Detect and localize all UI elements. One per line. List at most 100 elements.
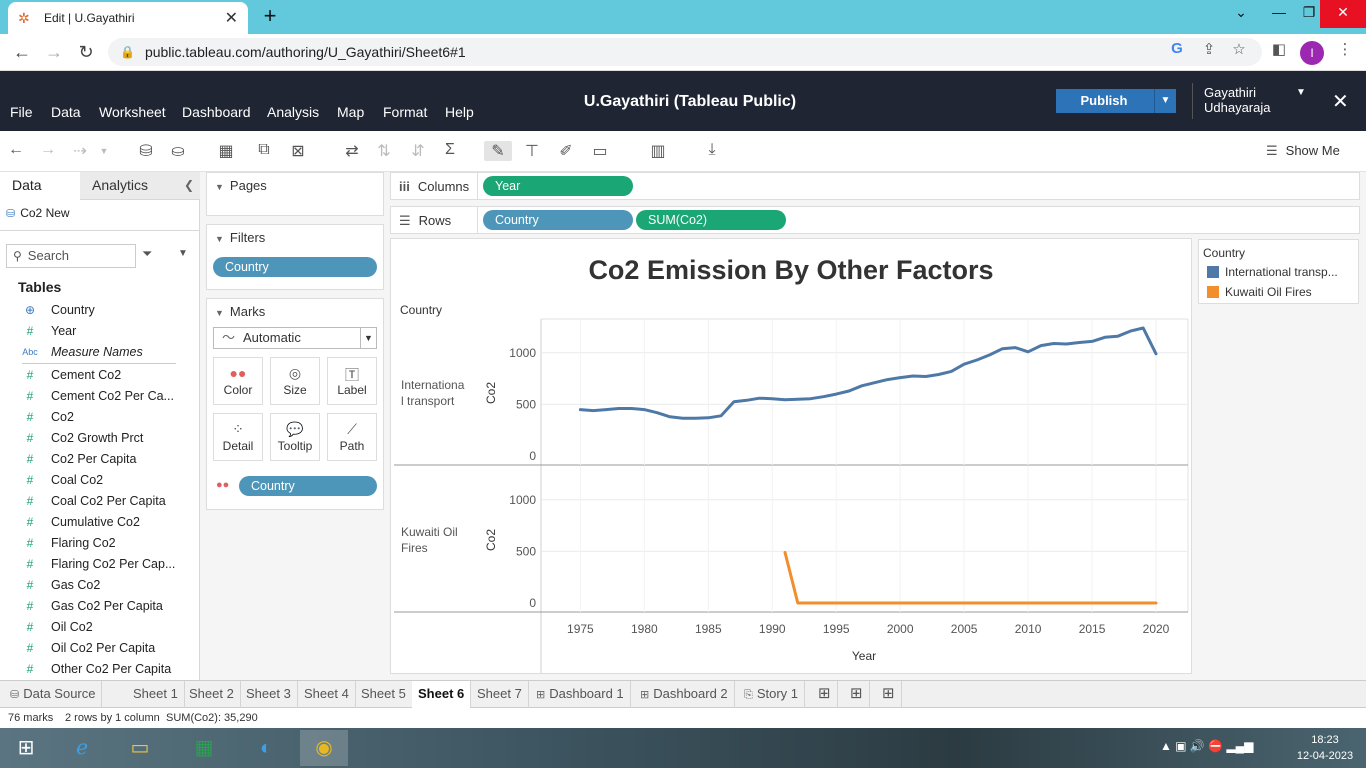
tab-sheet-2[interactable]: Sheet 2	[183, 681, 241, 708]
rows-pill-country[interactable]: Country	[483, 210, 633, 230]
totals-icon[interactable]: Σ	[436, 141, 464, 159]
field-measure[interactable]: # Other Co2 Per Capita	[0, 659, 200, 680]
publish-dropdown-icon[interactable]: ▼	[1154, 89, 1176, 113]
field-measure[interactable]: # Cumulative Co2	[0, 512, 200, 533]
chevron-down-icon[interactable]: ▼	[360, 328, 376, 348]
rows-pill-sum-co2[interactable]: SUM(Co2)	[636, 210, 786, 230]
color-pill-country[interactable]: Country	[239, 476, 377, 496]
sort-ascending-icon[interactable]: ⇅	[370, 141, 398, 161]
collapse-icon[interactable]: ▼	[215, 182, 224, 192]
new-datasource-icon[interactable]: ⛁	[132, 141, 160, 161]
color-button[interactable]: ●● Color	[213, 357, 263, 405]
field-measure[interactable]: # Gas Co2 Per Capita	[0, 596, 200, 617]
forward-icon[interactable]: →	[42, 40, 66, 64]
filters-card[interactable]: ▼ Filters Country	[206, 224, 384, 290]
close-tab-icon[interactable]: ✕	[225, 8, 238, 28]
file-explorer-icon[interactable]: ▭	[116, 730, 164, 766]
tab-sheet-3[interactable]: Sheet 3	[240, 681, 298, 708]
undo-icon[interactable]: ←	[2, 141, 30, 159]
new-tab-button[interactable]: +	[258, 4, 282, 28]
bookmark-star-icon[interactable]: ☆	[1228, 40, 1250, 58]
field-measure[interactable]: # Cement Co2 Per Ca...	[0, 386, 200, 407]
swap-rows-columns-icon[interactable]: ⇄	[338, 141, 366, 161]
tab-data-source[interactable]: ⛁ Data Source	[4, 681, 103, 708]
tab-sheet-6[interactable]: Sheet 6	[412, 681, 472, 708]
window-close-button[interactable]: ✕	[1320, 0, 1366, 28]
edge-icon[interactable]: ◐	[242, 730, 290, 766]
internet-explorer-icon[interactable]: ℯ	[58, 730, 106, 766]
columns-pill-year[interactable]: Year	[483, 176, 633, 196]
field-measure[interactable]: # Co2 Growth Prct	[0, 428, 200, 449]
system-tray[interactable]: ▲ ▣ 🔊 ⛔ ▂▄▆	[1160, 739, 1253, 753]
pages-card[interactable]: ▼ Pages	[206, 172, 384, 216]
highlight-icon[interactable]: ✎	[484, 141, 512, 161]
field-measure[interactable]: # Cement Co2	[0, 365, 200, 386]
line-chart[interactable]: Country Internationa l transport Co2 0 500 10…	[391, 239, 1191, 673]
field-measure[interactable]: # Co2 Per Capita	[0, 449, 200, 470]
color-legend[interactable]: Country International transp... Kuwaiti …	[1198, 239, 1359, 304]
new-worksheet-icon[interactable]: ▦	[212, 141, 240, 161]
filter-pill-country[interactable]: Country	[213, 257, 377, 277]
collapse-icon[interactable]: ▼	[215, 234, 224, 244]
tab-story-1[interactable]: ⎘ Story 1	[738, 681, 805, 708]
field-measure[interactable]: # Flaring Co2 Per Cap...	[0, 554, 200, 575]
side-panel-icon[interactable]: ◧	[1268, 40, 1290, 58]
new-story-tab-icon[interactable]: ⊞	[876, 681, 902, 708]
columns-shelf[interactable]: iii Columns Year	[390, 172, 1360, 200]
label-button[interactable]: 🅃 Label	[327, 357, 377, 405]
field-measure[interactable]: # Coal Co2 Per Capita	[0, 491, 200, 512]
fit-view-icon[interactable]: ▭	[586, 141, 614, 161]
back-icon[interactable]: ←	[10, 40, 34, 64]
field-year[interactable]: # Year	[0, 321, 200, 342]
presentation-icon[interactable]: ▥	[644, 141, 672, 161]
collapse-pane-icon[interactable]: ❮	[184, 172, 194, 198]
size-button[interactable]: ◎ Size	[270, 357, 320, 405]
user-caret-icon[interactable]: ▼	[1296, 87, 1306, 98]
tab-data[interactable]: Data	[0, 172, 80, 200]
field-measure[interactable]: # Coal Co2	[0, 470, 200, 491]
clear-sheet-icon[interactable]: ⊠	[284, 141, 312, 161]
worksheet-view[interactable]: Co2 Emission By Other Factors Country In…	[390, 238, 1192, 674]
new-worksheet-tab-icon[interactable]: ⊞	[812, 681, 838, 708]
legend-item-international-transport[interactable]: International transp...	[1207, 265, 1357, 279]
detail-button[interactable]: ⁘ Detail	[213, 413, 263, 461]
legend-item-kuwaiti-oil-fires[interactable]: Kuwaiti Oil Fires	[1207, 285, 1357, 299]
mark-type-select[interactable]: 〜 Automatic ▼	[213, 327, 377, 349]
field-measure[interactable]: # Flaring Co2	[0, 533, 200, 554]
filter-fields-icon[interactable]: ⏷	[142, 246, 152, 262]
browser-tab[interactable]: ✲ Edit | U.Gayathiri ✕	[8, 2, 248, 34]
data-pane-menu-icon[interactable]: ▼	[178, 248, 188, 259]
share-icon[interactable]: ⇪	[1198, 40, 1220, 58]
profile-avatar[interactable]: I	[1300, 41, 1324, 65]
sort-descending-icon[interactable]: ⇵	[404, 141, 432, 161]
tab-dashboard-1[interactable]: ⊞ Dashboard 1	[530, 681, 631, 708]
tab-sheet-1[interactable]: Sheet 1	[127, 681, 185, 708]
field-country[interactable]: ⊕ Country	[0, 300, 200, 321]
duplicate-sheet-icon[interactable]: ⧉	[250, 141, 278, 159]
field-measure[interactable]: # Oil Co2 Per Capita	[0, 638, 200, 659]
google-icon[interactable]: G	[1166, 40, 1188, 57]
windows-start-icon[interactable]: ⊞	[2, 730, 50, 766]
show-me-button[interactable]: ☰ Show Me	[1266, 143, 1340, 159]
close-editor-icon[interactable]: ✕	[1332, 89, 1349, 114]
marks-card[interactable]: ▼ Marks 〜 Automatic ▼ ●● Color ◎ Size 🅃 Label…	[206, 298, 384, 510]
tab-sheet-7[interactable]: Sheet 7	[471, 681, 529, 708]
tooltip-button[interactable]: 💬 Tooltip	[270, 413, 320, 461]
browser-menu-icon[interactable]: ⋮	[1334, 40, 1356, 58]
excel-icon[interactable]: ▦	[180, 730, 228, 766]
datasource-item[interactable]: ⛁ Co2 New	[6, 206, 70, 220]
show-mark-labels-icon[interactable]: ⊤	[518, 141, 546, 161]
tab-dashboard-2[interactable]: ⊞ Dashboard 2	[634, 681, 735, 708]
reload-icon[interactable]: ↻	[74, 40, 98, 64]
system-clock[interactable]: 18:23 12-04-2023	[1294, 732, 1356, 764]
user-menu[interactable]: Gayathiri Udhayaraja	[1204, 85, 1271, 115]
replay-dropdown-icon[interactable]: ▼	[90, 146, 118, 156]
field-measure[interactable]: # Co2	[0, 407, 200, 428]
field-search-input[interactable]: ⚲ Search	[6, 244, 136, 268]
field-measure[interactable]: # Gas Co2	[0, 575, 200, 596]
tab-sheet-4[interactable]: Sheet 4	[298, 681, 356, 708]
publish-button[interactable]: Publish ▼	[1056, 89, 1176, 113]
field-measure-names[interactable]: Abc Measure Names	[0, 342, 200, 363]
field-measure[interactable]: # Oil Co2	[0, 617, 200, 638]
redo-icon[interactable]: →	[34, 141, 62, 159]
